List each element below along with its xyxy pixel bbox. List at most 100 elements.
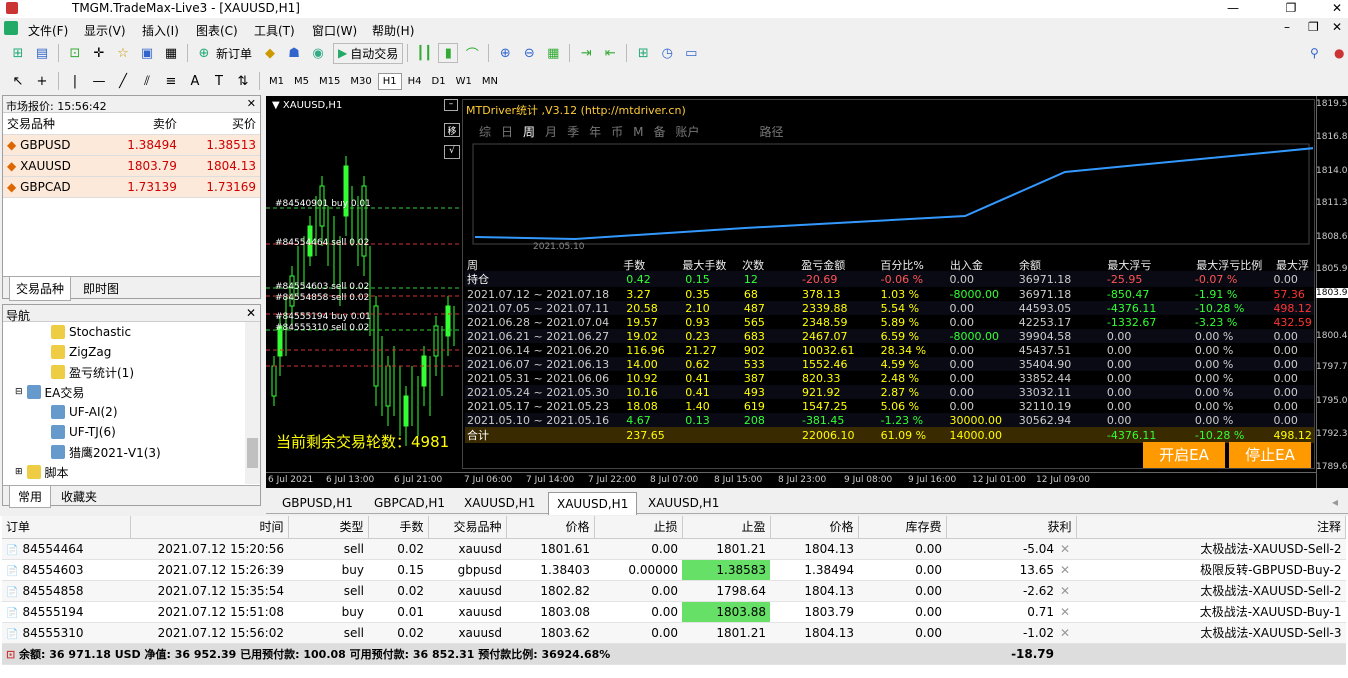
col-tp[interactable]: 止盈: [682, 516, 771, 539]
table-row[interactable]: ◆ GBPUSD 1.38494 1.38513: [3, 134, 260, 156]
periods-icon[interactable]: ◷: [657, 43, 677, 63]
col-symbol[interactable]: 交易品种: [3, 113, 102, 135]
table-row[interactable]: 📄 84555194 2021.07.12 15:51:08 buy 0.01 xauus…: [2, 601, 1346, 623]
zoom-in-icon[interactable]: ⊕: [495, 43, 515, 63]
arrows-icon[interactable]: ⇅: [233, 71, 253, 91]
table-row[interactable]: ◆ XAUUSD 1803.79 1804.13: [3, 155, 260, 177]
menu-window[interactable]: 窗口(W): [312, 22, 357, 39]
market-watch-icon[interactable]: ⊡: [65, 43, 85, 63]
order-label[interactable]: #84555310 sell 0.02: [275, 323, 371, 334]
col-price[interactable]: 价格: [506, 516, 595, 539]
close-order-icon[interactable]: ✕: [1060, 542, 1070, 556]
trendline-icon[interactable]: ╱: [113, 71, 133, 91]
close-order-icon[interactable]: ✕: [1060, 563, 1070, 577]
nav-item[interactable]: Stochastic: [51, 322, 131, 342]
chart-tab[interactable]: GBPUSD,H1: [282, 496, 353, 510]
indicators-icon[interactable]: ⊞: [633, 43, 653, 63]
candlestick-icon[interactable]: ▮: [438, 43, 459, 63]
scrollbar[interactable]: [245, 322, 260, 484]
col-lots[interactable]: 手数: [368, 516, 429, 539]
chart-shift-icon[interactable]: ⇤: [600, 43, 620, 63]
tab-common[interactable]: 常用: [9, 486, 52, 508]
chart-tab-active[interactable]: XAUUSD,H1: [548, 492, 638, 515]
col-bid[interactable]: 卖价: [101, 113, 181, 135]
nav-item[interactable]: UF-TJ(6): [51, 422, 116, 442]
col-sl[interactable]: 止损: [594, 516, 683, 539]
col-swap[interactable]: 库存费: [858, 516, 947, 539]
check-icon[interactable]: √: [444, 145, 460, 159]
table-row[interactable]: ◆ GBPCAD 1.73139 1.73169: [3, 176, 260, 198]
search-icon[interactable]: ⚲: [1310, 46, 1319, 60]
close-icon[interactable]: ✕: [247, 97, 256, 110]
stat-tab-active[interactable]: 周: [523, 125, 535, 139]
tab-tick-chart[interactable]: 即时图: [83, 280, 119, 297]
tf-w1[interactable]: W1: [452, 74, 476, 89]
col-time[interactable]: 时间: [130, 516, 289, 539]
close-order-icon[interactable]: ✕: [1060, 626, 1070, 640]
fibonacci-icon[interactable]: ≡: [161, 71, 181, 91]
terminal-icon[interactable]: ▣: [137, 43, 157, 63]
col-comment[interactable]: 注释: [1076, 516, 1346, 539]
close-order-icon[interactable]: ✕: [1060, 605, 1070, 619]
line-chart-icon[interactable]: ⌒: [462, 43, 482, 63]
nav-folder-ea[interactable]: ⊟ EA交易: [15, 382, 84, 402]
new-order-icon[interactable]: ⊕: [194, 43, 214, 63]
stat-tab[interactable]: 币: [611, 125, 623, 139]
menu-insert[interactable]: 插入(I): [142, 22, 179, 39]
col-order[interactable]: 订单: [2, 516, 131, 539]
table-row[interactable]: 📄 84554858 2021.07.12 15:35:54 sell 0.02 xauu…: [2, 580, 1346, 602]
tf-m15[interactable]: M15: [315, 74, 344, 89]
close-button[interactable]: ✕: [1314, 0, 1348, 18]
start-ea-button[interactable]: 开启EA: [1143, 442, 1225, 468]
order-label[interactable]: #84555194 buy 0.01: [275, 312, 371, 323]
nav-item[interactable]: UF-AI(2): [51, 402, 118, 422]
chart-tab[interactable]: XAUUSD,H1: [648, 496, 719, 510]
doc-restore-button[interactable]: ❐: [1308, 20, 1319, 34]
tf-h1[interactable]: H1: [377, 72, 402, 90]
menu-chart[interactable]: 图表(C): [196, 22, 238, 39]
order-label[interactable]: #84554858 sell 0.02: [275, 293, 371, 304]
scroll-left-icon[interactable]: ◂: [1332, 495, 1338, 509]
tab-favorites[interactable]: 收藏夹: [61, 488, 97, 505]
minimize-button[interactable]: —: [1210, 0, 1256, 18]
bar-chart-icon[interactable]: ┃┃: [414, 43, 434, 63]
menu-file[interactable]: 文件(F): [28, 22, 68, 39]
chart-tab[interactable]: GBPCAD,H1: [374, 496, 445, 510]
profiles-icon[interactable]: ▤: [32, 43, 52, 63]
tile-windows-icon[interactable]: ▦: [543, 43, 563, 63]
table-row[interactable]: 📄 84554464 2021.07.12 15:20:56 sell 0.02 xauu…: [2, 538, 1346, 560]
col-ask[interactable]: 买价: [180, 113, 260, 135]
col-cur-price[interactable]: 价格: [770, 516, 859, 539]
text-icon[interactable]: A: [185, 71, 205, 91]
globe-icon[interactable]: ◉: [308, 43, 328, 63]
stat-tab[interactable]: 账户: [675, 125, 699, 139]
zoom-out-icon[interactable]: ⊖: [519, 43, 539, 63]
notification-icon[interactable]: ●: [1334, 46, 1344, 60]
maximize-button[interactable]: ❐: [1268, 0, 1314, 18]
tab-symbols[interactable]: 交易品种: [9, 277, 72, 301]
horizontal-line-icon[interactable]: —: [89, 71, 109, 91]
chart-tab[interactable]: XAUUSD,H1: [464, 496, 535, 510]
stop-ea-button[interactable]: 停止EA: [1229, 442, 1311, 468]
nav-item[interactable]: 猎鹰2021-V1(3): [51, 442, 161, 462]
tf-d1[interactable]: D1: [428, 74, 450, 89]
menu-view[interactable]: 显示(V): [84, 22, 126, 39]
stat-tab[interactable]: 季: [567, 125, 579, 139]
close-order-icon[interactable]: ✕: [1060, 584, 1070, 598]
stat-tab[interactable]: 年: [589, 125, 601, 139]
data-window-icon[interactable]: ✛: [89, 43, 109, 63]
nav-item[interactable]: ZigZag: [51, 342, 111, 362]
table-row[interactable]: 📄 84555310 2021.07.12 15:56:02 sell 0.02 xauu…: [2, 622, 1346, 644]
move-icon[interactable]: 移: [444, 123, 460, 137]
stat-tab[interactable]: 月: [545, 125, 557, 139]
menu-help[interactable]: 帮助(H): [372, 22, 414, 39]
col-type[interactable]: 类型: [288, 516, 369, 539]
menu-tools[interactable]: 工具(T): [254, 22, 295, 39]
vertical-line-icon[interactable]: |: [65, 71, 85, 91]
col-profit[interactable]: 获利: [946, 516, 1077, 539]
tester-icon[interactable]: ▦: [161, 43, 181, 63]
navigator-icon[interactable]: ☆: [113, 43, 133, 63]
nav-folder-scripts[interactable]: ⊞ 脚本: [15, 462, 69, 482]
doc-minimize-button[interactable]: –: [1284, 20, 1290, 34]
stat-tab[interactable]: 路径: [760, 125, 784, 139]
